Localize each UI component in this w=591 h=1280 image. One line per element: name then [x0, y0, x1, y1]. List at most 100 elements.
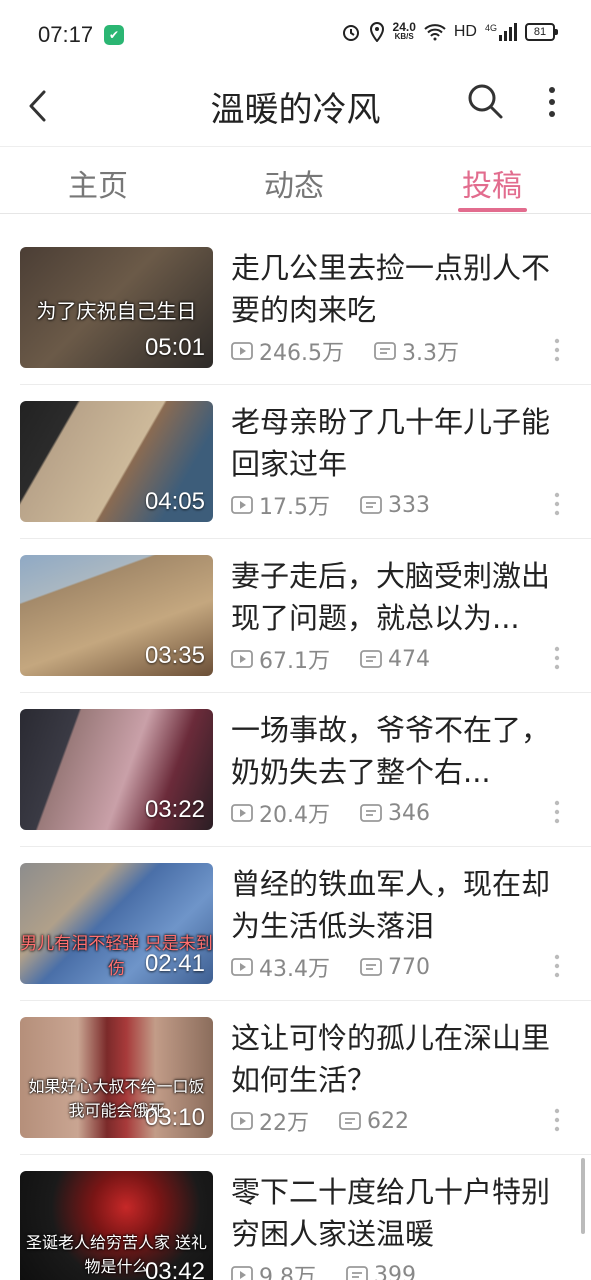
network-speed: 24.0 KB/S	[393, 21, 416, 42]
comment-icon	[374, 342, 396, 360]
play-count-value: 22万	[259, 1111, 309, 1136]
comment-count: 474	[360, 647, 430, 672]
video-title[interactable]: 这让可怜的孤儿在深山里如何生活？	[231, 1017, 571, 1101]
alarm-icon	[342, 25, 359, 41]
thumbnail-caption: 为了庆祝自己生日	[36, 299, 197, 323]
video-item[interactable]: 为了庆祝自己生日 05:01 走几公里去捡一点别人不要的肉来吃 246.5万 3…	[0, 213, 591, 368]
play-count-icon	[231, 958, 253, 976]
play-count-value: 43.4万	[259, 957, 330, 982]
comment-count: 399	[346, 1263, 416, 1280]
network-type: HD	[453, 23, 477, 40]
header: 溫暖的冷风	[0, 72, 591, 146]
comment-icon	[360, 496, 382, 514]
more-icon[interactable]	[542, 84, 562, 120]
play-count: 22万	[231, 1105, 309, 1137]
comment-count-value: 346	[388, 800, 430, 826]
battery-level: 81	[533, 26, 547, 38]
video-thumbnail[interactable]: 男儿有泪不轻弹 只是未到伤 02:41	[20, 863, 213, 984]
search-icon[interactable]	[466, 82, 504, 120]
video-stats: 246.5万 3.3万	[231, 335, 489, 367]
video-duration: 02:41	[144, 950, 205, 977]
tab-submissions[interactable]: 投稿	[462, 161, 522, 205]
video-duration: 03:35	[144, 642, 205, 669]
network-gen: 4G	[484, 23, 497, 33]
play-count: 67.1万	[231, 643, 330, 675]
comment-icon	[346, 1266, 368, 1280]
video-item[interactable]: 03:35 妻子走后，大脑受刺激出现了问题，就总以为... 67.1万 474	[0, 521, 591, 676]
video-stats: 22万 622	[231, 1105, 439, 1137]
video-title[interactable]: 老母亲盼了几十年儿子能回家过年	[231, 401, 571, 485]
signal-icon: 4G	[485, 23, 517, 41]
status-icons: 24.0 KB/S HD 4G 81	[341, 21, 558, 42]
comment-icon	[339, 1112, 361, 1130]
shield-icon: ✔	[104, 25, 124, 45]
comment-count-value: 3.3万	[401, 341, 459, 366]
comment-count: 3.3万	[374, 335, 459, 367]
play-count: 17.5万	[231, 489, 330, 521]
video-duration: 04:05	[144, 488, 205, 515]
video-stats: 9.8万 399	[231, 1259, 446, 1280]
play-count: 20.4万	[231, 797, 330, 829]
video-duration: 05:01	[144, 334, 205, 361]
video-duration: 03:42	[144, 1258, 205, 1280]
comment-icon	[360, 958, 382, 976]
video-duration: 03:10	[144, 1104, 205, 1131]
scrollbar[interactable]	[581, 1158, 585, 1234]
play-count: 43.4万	[231, 951, 330, 983]
video-item[interactable]: 圣诞老人给穷苦人家 送礼物是什么 03:42 零下二十度给几十户特别穷困人家送温…	[0, 1137, 591, 1280]
battery-icon: 81	[525, 23, 558, 41]
video-item[interactable]: 04:05 老母亲盼了几十年儿子能回家过年 17.5万 333	[0, 367, 591, 522]
play-count-icon	[231, 342, 253, 360]
status-bar: 07:17 ✔ 24.0 KB/S HD 4G 81	[0, 0, 591, 72]
play-count: 9.8万	[231, 1259, 316, 1280]
play-count-value: 17.5万	[259, 495, 330, 520]
comment-icon	[360, 804, 382, 822]
video-duration: 03:22	[144, 796, 205, 823]
more-options-icon[interactable]	[552, 491, 562, 517]
comment-count-value: 399	[374, 1262, 416, 1280]
comment-count: 622	[339, 1109, 409, 1134]
play-count: 246.5万	[231, 335, 344, 367]
comment-count-value: 622	[367, 1108, 409, 1134]
video-title[interactable]: 妻子走后，大脑受刺激出现了问题，就总以为...	[231, 555, 571, 639]
status-time: 07:17	[38, 22, 94, 47]
comment-count-value: 474	[388, 646, 430, 672]
tab-home[interactable]: 主页	[68, 161, 128, 205]
play-count-value: 20.4万	[259, 803, 330, 828]
comment-count-value: 333	[388, 492, 430, 518]
wifi-icon	[424, 24, 446, 41]
video-stats: 43.4万 770	[231, 951, 460, 983]
video-thumbnail[interactable]: 为了庆祝自己生日 05:01	[20, 247, 213, 368]
video-title[interactable]: 一场事故，爷爷不在了，奶奶失去了整个右...	[231, 709, 571, 793]
comment-count-value: 770	[388, 954, 430, 980]
tab-bar: 主页 动态 投稿	[0, 146, 591, 214]
more-options-icon[interactable]	[552, 645, 562, 671]
more-options-icon[interactable]	[552, 337, 562, 363]
play-count-value: 67.1万	[259, 649, 330, 674]
video-item[interactable]: 03:22 一场事故，爷爷不在了，奶奶失去了整个右... 20.4万 346	[0, 675, 591, 830]
more-options-icon[interactable]	[552, 953, 562, 979]
video-item[interactable]: 男儿有泪不轻弹 只是未到伤 02:41 曾经的铁血军人，现在却为生活低头落泪 4…	[0, 829, 591, 984]
video-item[interactable]: 如果好心大叔不给一口饭 我可能会饿死 03:10 这让可怜的孤儿在深山里如何生活…	[0, 983, 591, 1138]
more-options-icon[interactable]	[552, 1107, 562, 1133]
video-stats: 20.4万 346	[231, 797, 460, 829]
play-count-icon	[231, 496, 253, 514]
video-thumbnail[interactable]: 如果好心大叔不给一口饭 我可能会饿死 03:10	[20, 1017, 213, 1138]
video-title[interactable]: 零下二十度给几十户特别穷困人家送温暖	[231, 1171, 571, 1255]
video-title[interactable]: 走几公里去捡一点别人不要的肉来吃	[231, 247, 571, 331]
comment-count: 770	[360, 955, 430, 980]
video-thumbnail[interactable]: 圣诞老人给穷苦人家 送礼物是什么 03:42	[20, 1171, 213, 1280]
comment-count: 333	[360, 493, 430, 518]
more-options-icon[interactable]	[552, 799, 562, 825]
video-stats: 67.1万 474	[231, 643, 460, 675]
video-thumbnail[interactable]: 03:22	[20, 709, 213, 830]
comment-count: 346	[360, 801, 430, 826]
video-title[interactable]: 曾经的铁血军人，现在却为生活低头落泪	[231, 863, 571, 947]
play-count-icon	[231, 1266, 253, 1280]
play-count-value: 9.8万	[259, 1265, 316, 1280]
video-thumbnail[interactable]: 03:35	[20, 555, 213, 676]
video-stats: 17.5万 333	[231, 489, 460, 521]
video-thumbnail[interactable]: 04:05	[20, 401, 213, 522]
speed-unit: KB/S	[394, 32, 414, 41]
tab-feed[interactable]: 动态	[264, 161, 324, 205]
